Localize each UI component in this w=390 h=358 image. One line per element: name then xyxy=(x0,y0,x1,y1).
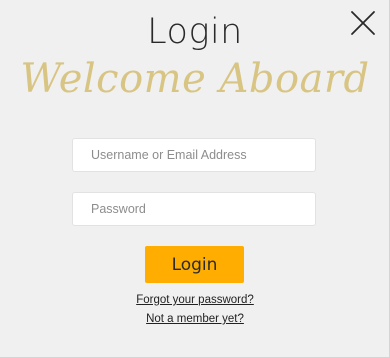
forgot-password-link-row: Forgot your password? xyxy=(0,294,390,306)
signup-link-row: Not a member yet? xyxy=(0,313,390,325)
forgot-password-link[interactable]: Forgot your password? xyxy=(136,294,254,306)
login-dialog: Login Welcome Aboard Login Forgot your p… xyxy=(0,0,390,358)
not-a-member-link[interactable]: Not a member yet? xyxy=(146,313,244,325)
login-button[interactable]: Login xyxy=(145,246,244,283)
welcome-heading: Welcome Aboard xyxy=(20,56,370,102)
username-input[interactable] xyxy=(72,138,316,172)
dialog-title: Login xyxy=(147,12,243,52)
password-input[interactable] xyxy=(72,192,316,226)
